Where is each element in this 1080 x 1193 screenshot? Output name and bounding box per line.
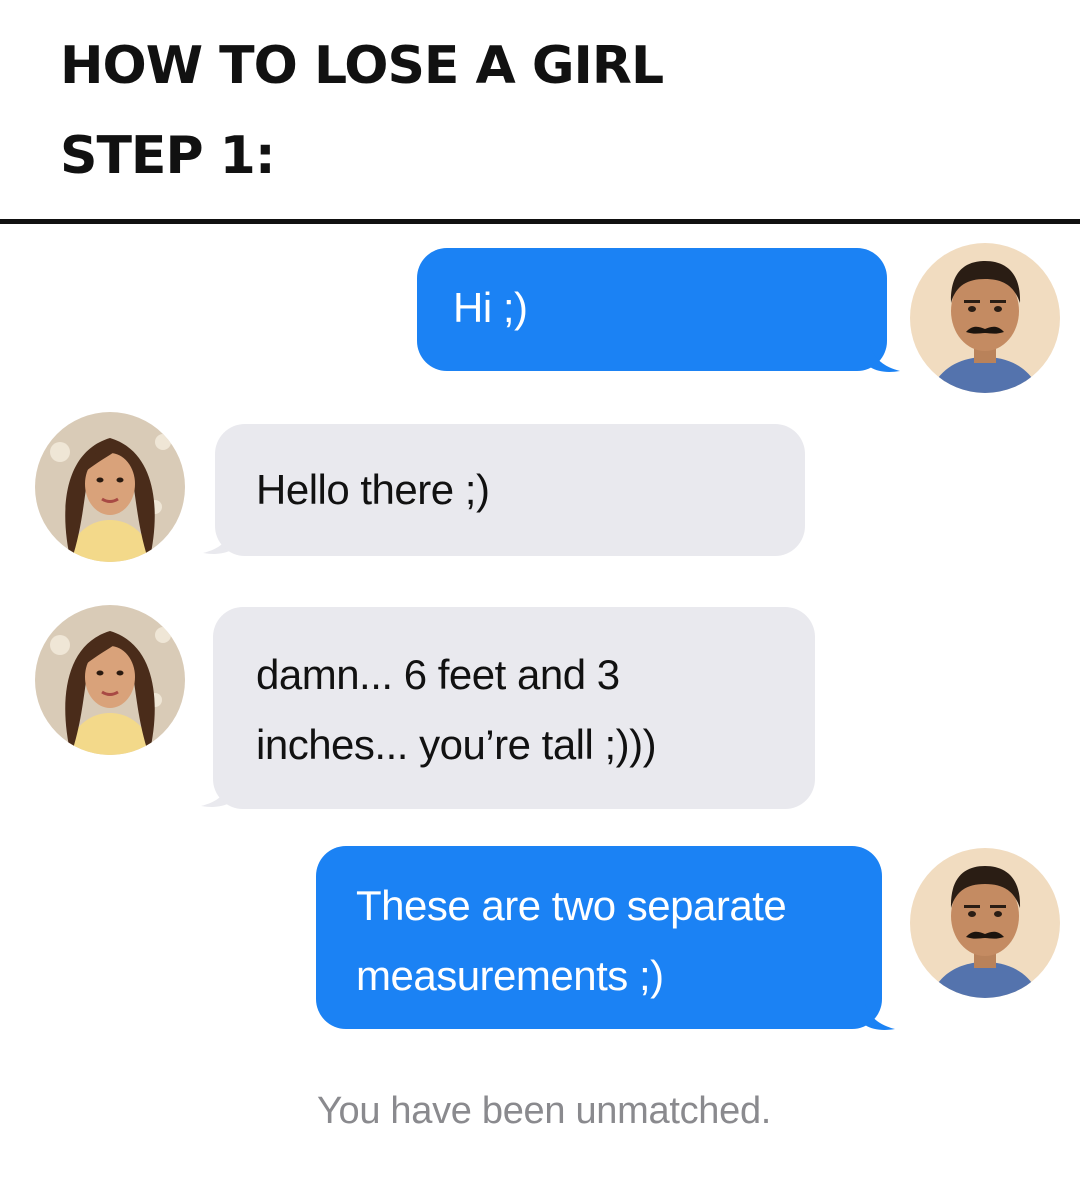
unmatched-status-text: You have been unmatched. xyxy=(316,1090,772,1132)
title-line-2: STEP 1: xyxy=(60,126,276,186)
woman-avatar[interactable] xyxy=(35,605,185,755)
message-bubble-received[interactable]: damn... 6 feet and 3 inches... you’re ta… xyxy=(213,607,815,809)
meme-header: HOW TO LOSE A GIRL STEP 1: xyxy=(0,0,1080,225)
message-text-line-1: These are two separate xyxy=(356,882,787,929)
title-line-1: HOW TO LOSE A GIRL xyxy=(60,36,664,96)
message-text: Hello there ;) xyxy=(256,466,490,513)
header-divider xyxy=(0,219,1080,224)
message-text: Hi ;) xyxy=(453,284,528,331)
message-text-line-1: damn... 6 feet and 3 xyxy=(256,651,620,698)
message-bubble-sent[interactable]: Hi ;) xyxy=(417,248,887,371)
bubble-tail-sent xyxy=(870,345,900,372)
message-bubble-sent[interactable]: These are two separate measurements ;) xyxy=(316,846,882,1029)
bubble-tail-sent xyxy=(865,1003,895,1030)
message-bubble-received[interactable]: Hello there ;) xyxy=(215,424,805,556)
message-text-line-2: inches... you’re tall ;))) xyxy=(256,721,657,768)
man-avatar[interactable] xyxy=(910,848,1060,998)
man-avatar[interactable] xyxy=(910,243,1060,393)
message-text-line-2: measurements ;) xyxy=(356,952,664,999)
woman-avatar[interactable] xyxy=(35,412,185,562)
